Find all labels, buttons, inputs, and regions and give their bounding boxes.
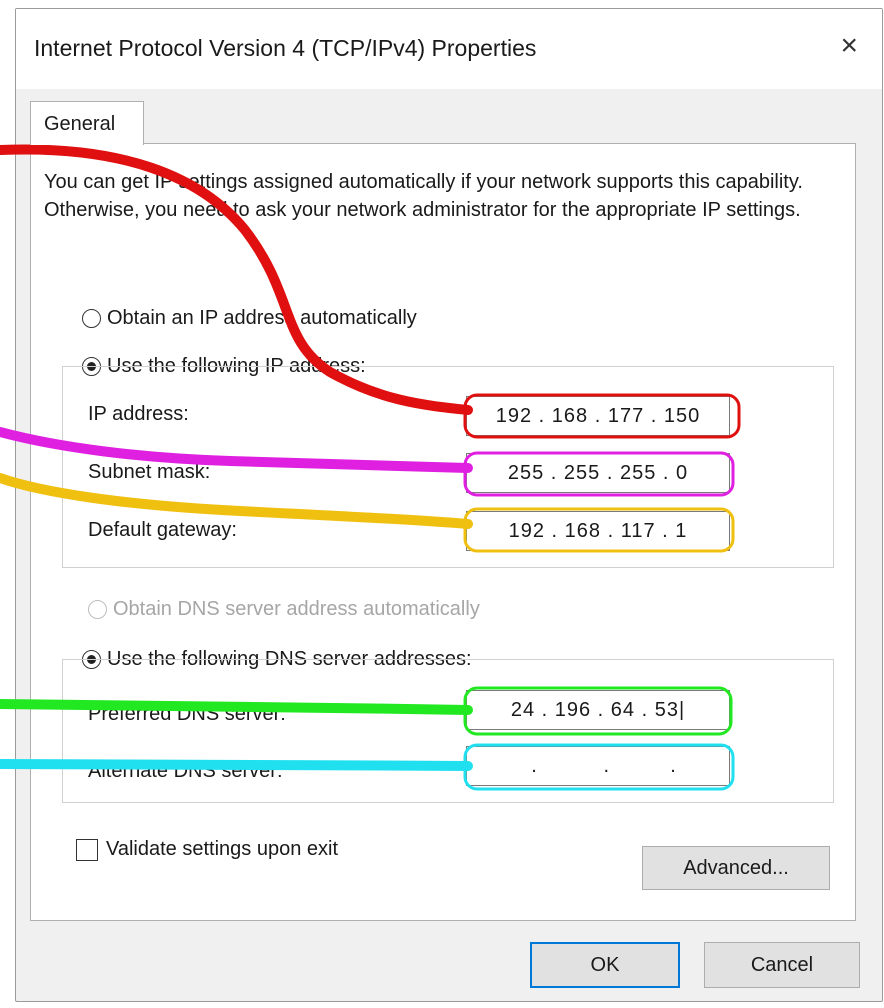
validate-settings-checkbox[interactable]: Validate settings upon exit <box>76 838 338 861</box>
default-gateway-label: Default gateway: <box>88 519 237 541</box>
subnet-mask-input[interactable]: 255 . 255 . 255 . 0 <box>466 453 730 493</box>
close-icon[interactable]: × <box>840 31 858 61</box>
obtain-dns-auto-radio[interactable]: Obtain DNS server address automatically <box>88 598 480 621</box>
radio-unchecked-icon <box>82 309 101 328</box>
ok-button[interactable]: OK <box>530 942 680 988</box>
alternate-dns-label: Alternate DNS server: <box>88 760 283 782</box>
default-gateway-input[interactable]: 192 . 168 . 117 . 1 <box>466 511 730 551</box>
obtain-dns-auto-label: Obtain DNS server address automatically <box>113 598 480 620</box>
checkbox-unchecked-icon <box>76 838 98 861</box>
subnet-mask-label: Subnet mask: <box>88 461 211 483</box>
radio-disabled-icon <box>88 600 107 619</box>
ip-address-input[interactable]: 192 . 168 . 177 . 150 <box>466 396 730 436</box>
ip-address-label: IP address: <box>88 403 189 425</box>
tab-general[interactable]: General <box>30 101 144 145</box>
validate-settings-label: Validate settings upon exit <box>106 838 339 860</box>
preferred-dns-label: Preferred DNS server: <box>88 703 286 725</box>
title-bar: Internet Protocol Version 4 (TCP/IPv4) P… <box>16 9 882 89</box>
advanced-button[interactable]: Advanced... <box>642 846 830 890</box>
cancel-button[interactable]: Cancel <box>704 942 860 988</box>
obtain-ip-auto-radio[interactable]: Obtain an IP address automatically <box>82 307 417 330</box>
obtain-ip-auto-label: Obtain an IP address automatically <box>107 307 417 329</box>
alternate-dns-input[interactable]: . . . <box>466 746 730 786</box>
dialog-title: Internet Protocol Version 4 (TCP/IPv4) P… <box>34 35 537 61</box>
description-text: You can get IP settings assigned automat… <box>44 171 803 221</box>
preferred-dns-input[interactable]: 24 . 196 . 64 . 53 | <box>466 690 730 730</box>
